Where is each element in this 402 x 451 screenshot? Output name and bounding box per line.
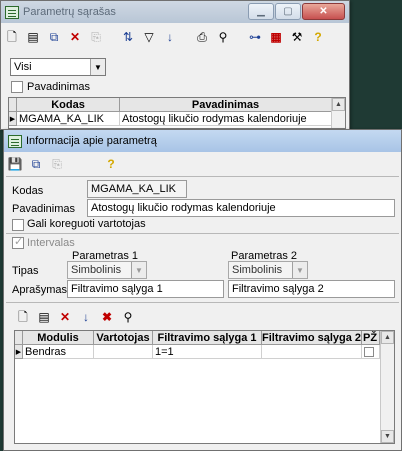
- chevron-down-icon[interactable]: ▼: [90, 59, 105, 75]
- name-checkbox-label: Pavadinimas: [27, 81, 90, 93]
- window-controls: ▁ ▢ ✕: [247, 3, 345, 20]
- open-doc-icon[interactable]: ▤: [35, 308, 53, 326]
- column-header-salyga1[interactable]: Filtravimo sąlyga 1: [153, 331, 262, 345]
- parameter-info-toolbar: 💾 ⧉ ⎘ ?: [6, 153, 399, 175]
- aprasymas2-field[interactable]: Filtravimo sąlyga 2: [228, 280, 395, 298]
- editable-checkbox-label: Gali koreguoti vartotojas: [27, 218, 146, 230]
- find-icon[interactable]: ⚲: [214, 28, 232, 46]
- app-icon: [5, 5, 19, 19]
- grid-cell-pz[interactable]: [362, 345, 380, 359]
- pavadinimas-value: Atostogų likučio rodymas kalendoriuje: [91, 202, 276, 214]
- find-icon[interactable]: ⚲: [119, 308, 137, 326]
- row-indicator: ▶: [9, 112, 17, 126]
- aprasymas-label: Aprašymas: [12, 284, 68, 296]
- column-header-pavadinimas[interactable]: Pavadinimas: [120, 98, 332, 112]
- row-indicator: ▶: [15, 345, 23, 359]
- kodas-value: MGAMA_KA_LIK: [91, 183, 176, 195]
- chevron-down-icon[interactable]: ▼: [131, 262, 146, 278]
- grid-cell-modulis[interactable]: Bendras: [23, 345, 94, 359]
- grid-scrollbar[interactable]: ▲ ▼: [380, 331, 394, 443]
- print-icon[interactable]: ⎙: [193, 28, 211, 46]
- aprasymas2-value: Filtravimo sąlyga 2: [232, 283, 324, 295]
- tipas1-value: Simbolinis: [71, 264, 122, 276]
- pavadinimas-label: Pavadinimas: [12, 203, 75, 215]
- name-checkbox[interactable]: [11, 81, 23, 93]
- sort-az-icon[interactable]: ↓: [77, 308, 95, 326]
- minimize-button[interactable]: ▁: [248, 3, 274, 20]
- hierarchy-icon[interactable]: ⊶: [246, 28, 264, 46]
- scroll-up-icon[interactable]: ▲: [381, 331, 394, 344]
- parameter-info-window: Informacija apie parametrą 💾 ⧉ ⎘ ? Kodas…: [3, 129, 402, 451]
- copy-structure-icon[interactable]: ⧉: [45, 28, 63, 46]
- sort-tree-icon[interactable]: ⇅: [119, 28, 137, 46]
- tipas-label: Tipas: [12, 265, 39, 277]
- scroll-down-icon[interactable]: ▼: [381, 430, 394, 443]
- table-scrollbar[interactable]: ▲: [331, 98, 345, 128]
- interval-checkbox-label: Intervalas: [27, 237, 75, 249]
- delete-all-icon[interactable]: ✖: [98, 308, 116, 326]
- grid-header-corner: [15, 331, 23, 345]
- tipas2-select[interactable]: Simbolinis ▼: [228, 261, 308, 279]
- filter-select-value: Visi: [14, 61, 32, 73]
- new-doc-icon[interactable]: 🗋: [3, 28, 21, 46]
- help-icon[interactable]: ?: [309, 28, 327, 46]
- divider: [6, 176, 399, 177]
- pavadinimas-field[interactable]: Atostogų likučio rodymas kalendoriuje: [87, 199, 395, 217]
- parameter-list-titlebar[interactable]: Parametrų sąrašas ▁ ▢ ✕: [1, 1, 349, 23]
- close-button[interactable]: ✕: [302, 3, 345, 20]
- app-icon: [8, 134, 22, 148]
- open-doc-icon[interactable]: ▤: [24, 28, 42, 46]
- table-header-corner: [9, 98, 17, 112]
- copy-structure-icon[interactable]: ⧉: [27, 155, 45, 173]
- pz-checkbox[interactable]: [364, 346, 374, 357]
- parameter-table: Kodas Pavadinimas ▶ MGAMA_KA_LIK Atostog…: [8, 97, 346, 129]
- parameter-info-title: Informacija apie parametrą: [26, 135, 157, 147]
- delete-icon[interactable]: ✕: [56, 308, 74, 326]
- column-header-kodas[interactable]: Kodas: [17, 98, 120, 112]
- grid-cell-salyga1[interactable]: 1=1: [153, 345, 262, 359]
- column-header-salyga2[interactable]: Filtravimo sąlyga 2: [262, 331, 362, 345]
- parameter-info-titlebar[interactable]: Informacija apie parametrą: [4, 130, 401, 152]
- column-header-modulis[interactable]: Modulis: [23, 331, 94, 345]
- module-grid: Modulis Vartotojas Filtravimo sąlyga 1 F…: [14, 330, 395, 444]
- column-header-vartotojas[interactable]: Vartotojas: [94, 331, 153, 345]
- chevron-down-icon[interactable]: ▼: [292, 262, 307, 278]
- aprasymas1-value: Filtravimo sąlyga 1: [71, 283, 163, 295]
- aprasymas1-field[interactable]: Filtravimo sąlyga 1: [67, 280, 224, 298]
- tipas1-select[interactable]: Simbolinis ▼: [67, 261, 147, 279]
- divider: [6, 302, 399, 303]
- copy-icon[interactable]: ⎘: [48, 155, 66, 173]
- filter-icon[interactable]: ▽: [140, 28, 158, 46]
- parameter-list-title: Parametrų sąrašas: [23, 6, 116, 18]
- grid-toolbar: 🗋 ▤ ✕ ↓ ✖ ⚲: [14, 306, 399, 328]
- grid-cell-vartotojas[interactable]: [94, 345, 153, 359]
- sort-az-icon[interactable]: ↓: [161, 28, 179, 46]
- grid-icon[interactable]: ▦: [267, 28, 285, 46]
- table-cell-kodas[interactable]: MGAMA_KA_LIK: [17, 112, 120, 126]
- editable-checkbox[interactable]: [12, 219, 24, 231]
- kodas-label: Kodas: [12, 185, 44, 197]
- delete-icon[interactable]: ✕: [66, 28, 84, 46]
- help-icon[interactable]: ?: [102, 155, 120, 173]
- grid-cell-salyga2[interactable]: [262, 345, 362, 359]
- tools-icon[interactable]: ⚒: [288, 28, 306, 46]
- new-doc-icon[interactable]: 🗋: [14, 308, 32, 326]
- interval-checkbox[interactable]: [12, 235, 24, 249]
- copy-icon[interactable]: ⎘: [87, 28, 105, 46]
- tipas2-value: Simbolinis: [232, 264, 283, 276]
- filter-select[interactable]: Visi ▼: [10, 58, 106, 76]
- table-cell-pavadinimas[interactable]: Atostogų likučio rodymas kalendoriuje: [120, 112, 332, 126]
- divider: [6, 233, 399, 234]
- column-header-pz[interactable]: PŽ: [362, 331, 380, 345]
- maximize-button[interactable]: ▢: [275, 3, 301, 20]
- scroll-up-icon[interactable]: ▲: [332, 98, 345, 111]
- parameter-list-window: Parametrų sąrašas ▁ ▢ ✕ 🗋 ▤ ⧉ ✕ ⎘ ⇅ ▽ ↓ …: [0, 0, 350, 130]
- save-icon[interactable]: 💾: [6, 155, 24, 173]
- parameter-list-toolbar: 🗋 ▤ ⧉ ✕ ⎘ ⇅ ▽ ↓ ⎙ ⚲ ⊶ ▦ ⚒ ?: [3, 26, 347, 48]
- kodas-field[interactable]: MGAMA_KA_LIK: [87, 180, 187, 198]
